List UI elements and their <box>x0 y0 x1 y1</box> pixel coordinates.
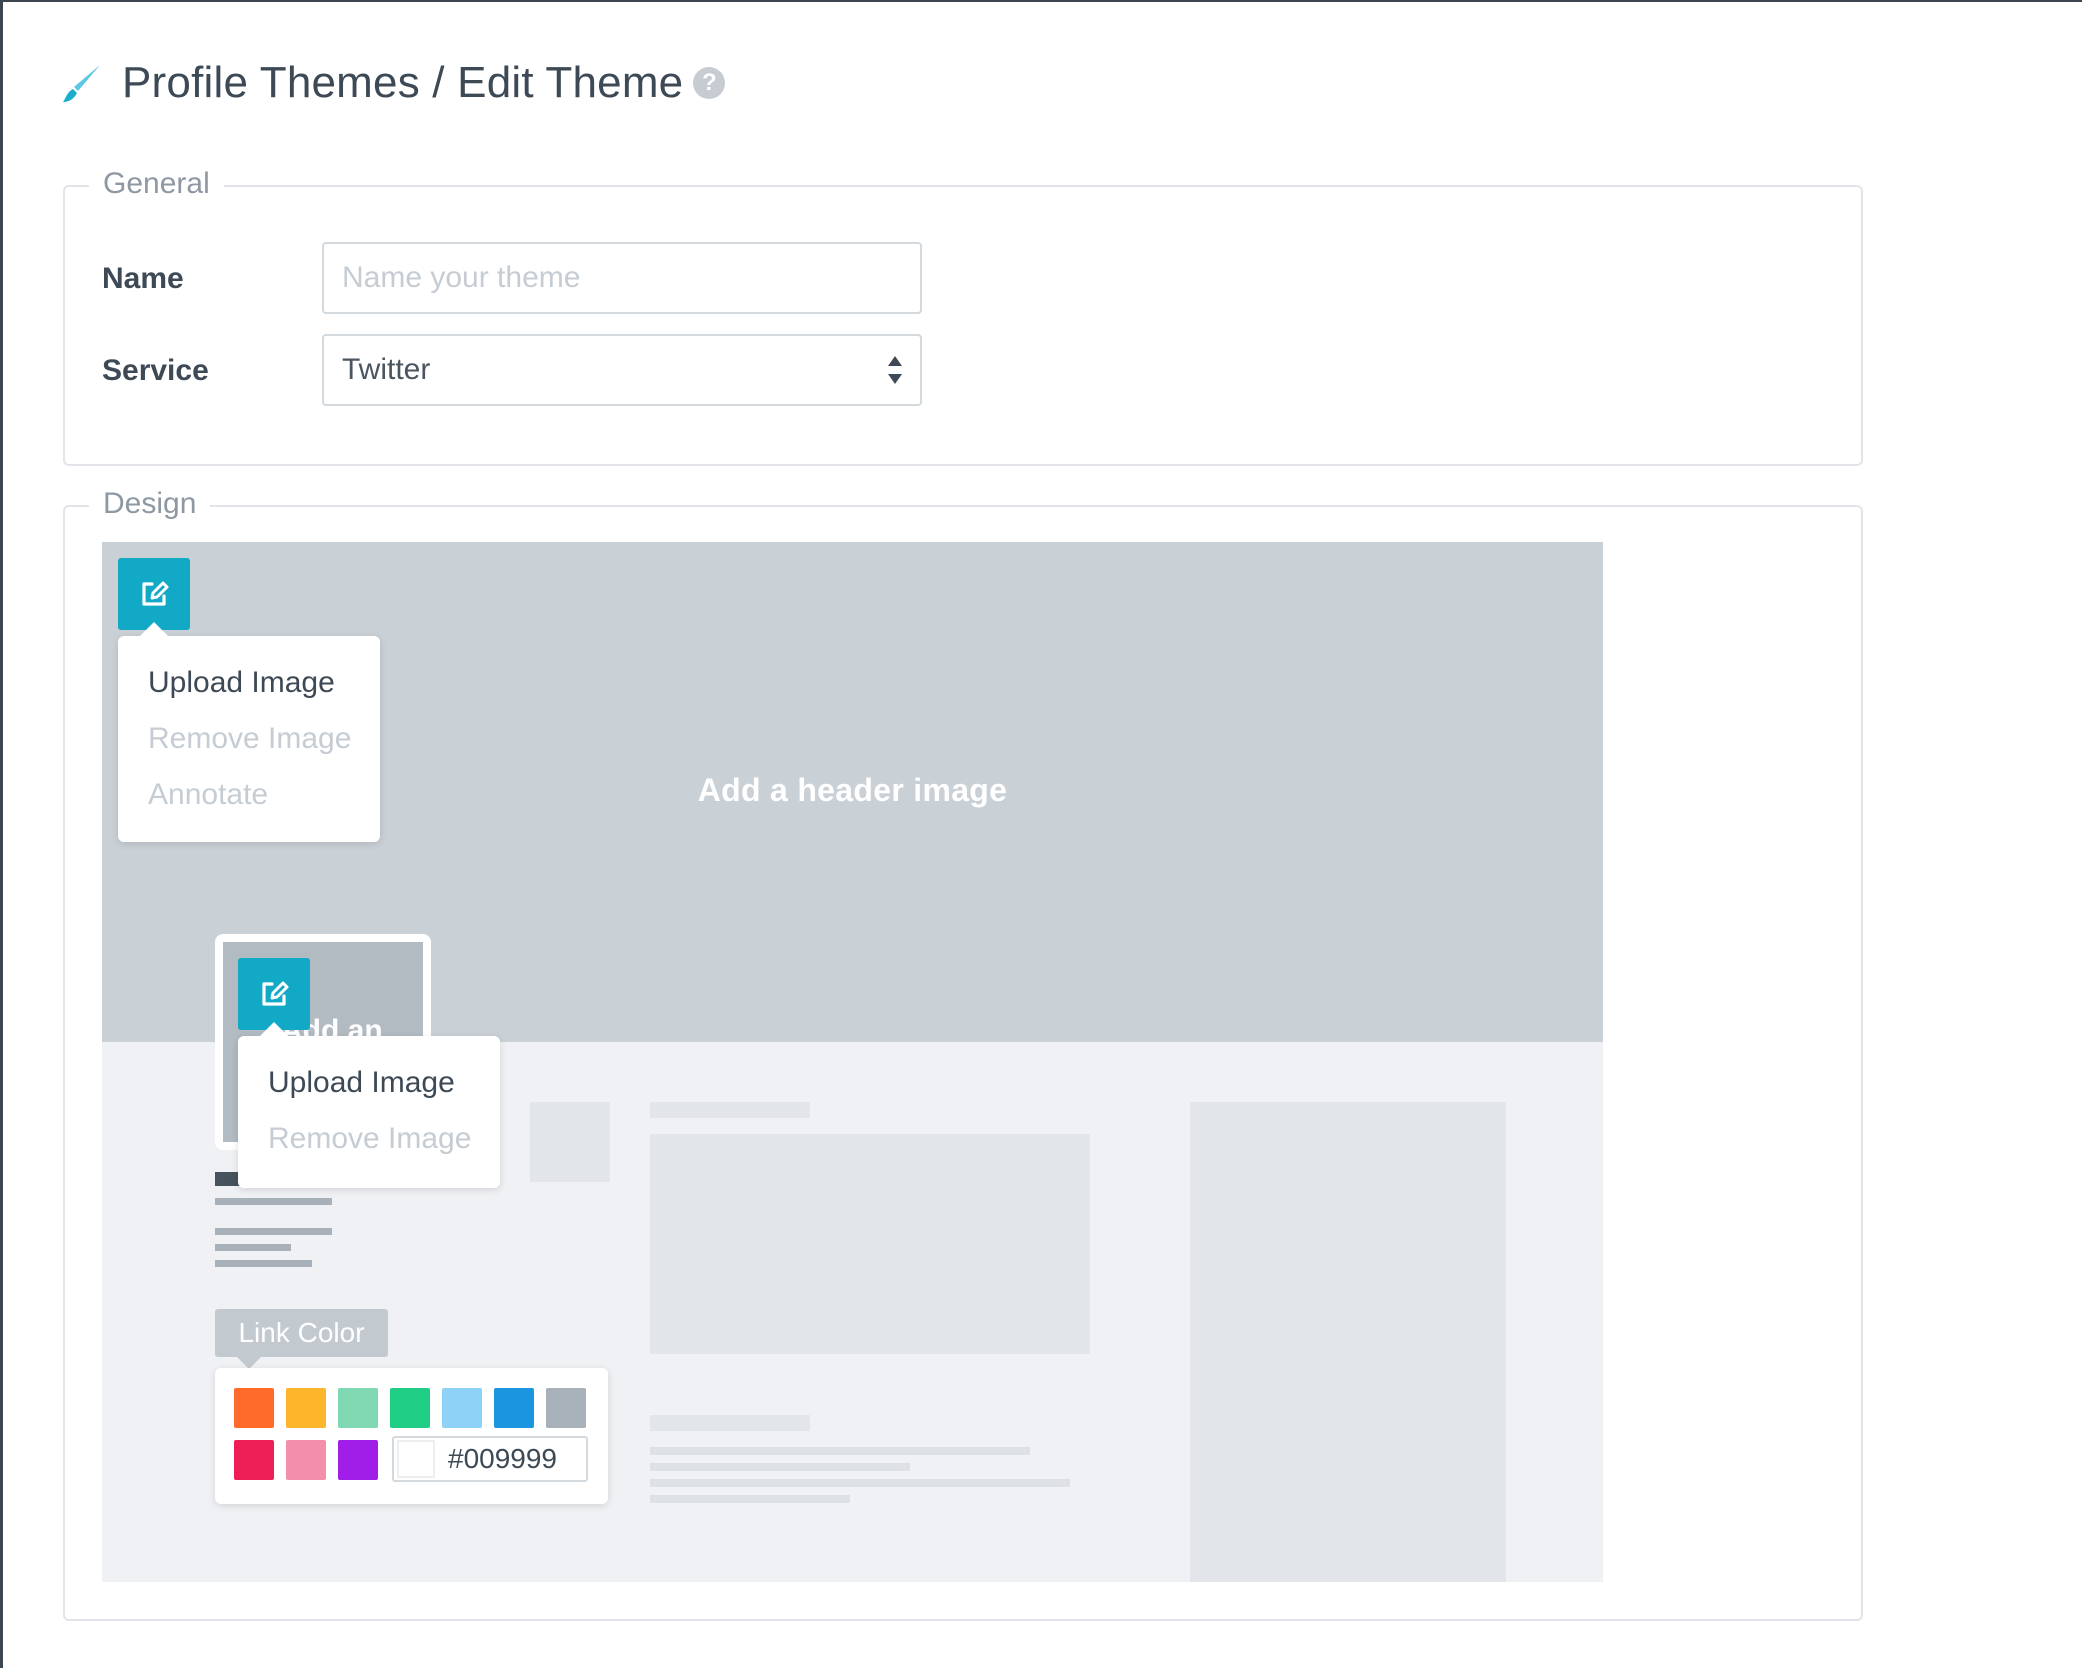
header-edit-button[interactable] <box>118 558 190 630</box>
brush-icon <box>63 65 100 102</box>
edit-icon <box>262 981 289 1006</box>
content-block-placeholder <box>650 1134 1090 1354</box>
help-icon[interactable]: ? <box>693 67 726 99</box>
color-swatch[interactable] <box>442 1388 482 1428</box>
page-header: Profile Themes / Edit Theme ? <box>60 58 726 108</box>
color-swatch[interactable] <box>234 1388 274 1428</box>
hex-color-input[interactable]: #009999 <box>392 1436 588 1482</box>
name-input[interactable]: Name your theme <box>322 242 922 314</box>
header-annotate[interactable]: Annotate <box>148 778 268 812</box>
edit-icon <box>142 581 169 606</box>
color-swatch[interactable] <box>286 1440 326 1480</box>
service-select[interactable]: Twitter <box>322 334 922 406</box>
color-preview <box>397 1440 435 1478</box>
profile-line <box>215 1260 312 1267</box>
name-placeholder: Name your theme <box>342 261 581 294</box>
content-heading-placeholder <box>650 1102 810 1118</box>
content-line <box>650 1495 850 1503</box>
link-color-button[interactable]: Link Color <box>215 1309 388 1369</box>
avatar-edit-button[interactable] <box>238 958 310 1030</box>
name-label: Name <box>102 262 184 295</box>
service-label: Service <box>102 354 209 387</box>
content-line <box>650 1463 910 1471</box>
color-swatch[interactable] <box>286 1388 326 1428</box>
design-legend: Design <box>89 487 211 521</box>
color-swatch[interactable] <box>338 1388 378 1428</box>
color-swatch[interactable] <box>338 1440 378 1480</box>
color-swatch[interactable] <box>546 1388 586 1428</box>
page-title: Profile Themes / Edit Theme <box>122 58 684 107</box>
service-value: Twitter <box>342 353 431 386</box>
hex-color-value: #009999 <box>448 1443 558 1474</box>
color-swatch[interactable] <box>390 1388 430 1428</box>
avatar-remove-image[interactable]: Remove Image <box>268 1122 471 1156</box>
content-line <box>650 1479 1070 1487</box>
avatar-image-menu: Upload Image Remove Image <box>238 1022 500 1188</box>
profile-line <box>215 1198 332 1205</box>
content-subheading-placeholder <box>650 1415 810 1431</box>
tweet-avatar-placeholder <box>530 1102 610 1182</box>
link-color-palette: #009999 <box>215 1368 608 1504</box>
sidebar-placeholder <box>1190 1102 1506 1582</box>
avatar-upload-image[interactable]: Upload Image <box>268 1066 455 1100</box>
header-image-menu: Upload Image Remove Image Annotate <box>118 622 380 842</box>
header-upload-image[interactable]: Upload Image <box>148 666 335 700</box>
general-legend: General <box>89 167 224 201</box>
general-section: General <box>63 167 1863 466</box>
theme-preview: Add a header image Add an Upload Image R… <box>102 542 1603 1582</box>
profile-line <box>215 1228 332 1235</box>
content-line <box>650 1447 1030 1455</box>
link-color-label: Link Color <box>238 1317 365 1348</box>
color-swatch[interactable] <box>494 1388 534 1428</box>
color-swatch[interactable] <box>234 1440 274 1480</box>
profile-line <box>215 1244 291 1251</box>
select-arrows-icon <box>888 356 902 384</box>
header-remove-image[interactable]: Remove Image <box>148 722 351 756</box>
